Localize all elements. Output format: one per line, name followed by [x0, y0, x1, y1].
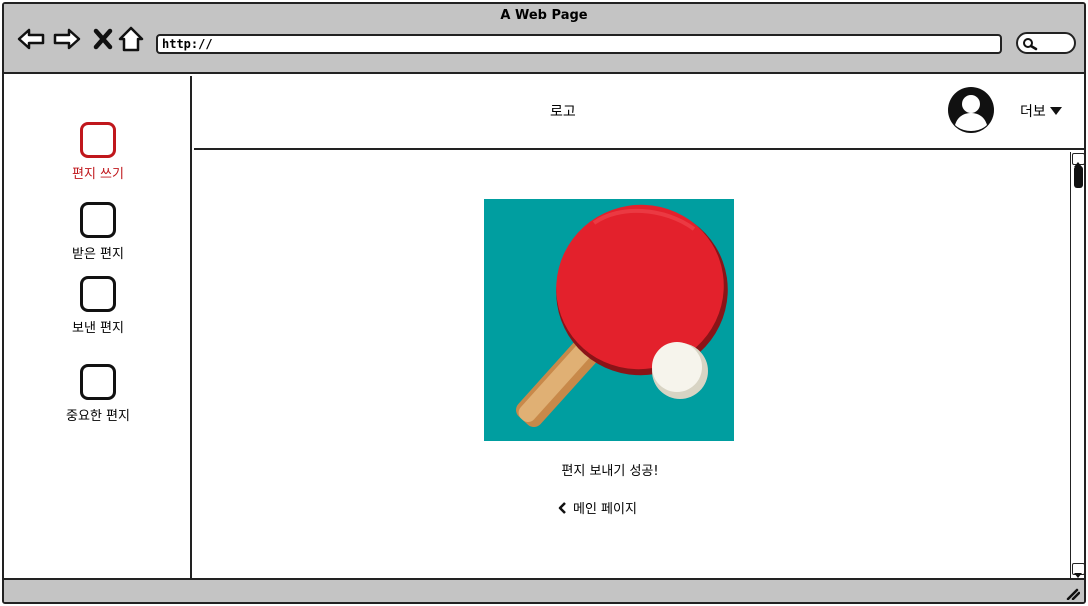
sidebar: 편지 쓰기 받은 편지 보낸 편지 중요한 편지	[4, 76, 192, 578]
home-icon[interactable]	[116, 24, 146, 54]
sidebar-item-sent[interactable]: 보낸 편지	[4, 276, 192, 336]
sidebar-item-important[interactable]: 중요한 편지	[4, 364, 192, 424]
close-x-icon[interactable]	[88, 24, 118, 54]
chevron-left-icon	[558, 501, 566, 514]
sidebar-item-label: 편지 쓰기	[72, 167, 124, 182]
url-input[interactable]: http://	[156, 34, 1002, 54]
sidebar-item-label: 보낸 편지	[72, 321, 124, 336]
search-box[interactable]	[1016, 32, 1076, 54]
search-icon	[1023, 38, 1038, 51]
inbox-icon	[80, 202, 116, 238]
browser-window: A Web Page http:// 편지 쓰기 받은 편지 보낸 편지 중요한…	[2, 2, 1086, 604]
logo[interactable]: 로고	[550, 101, 576, 121]
resize-grip-icon[interactable]	[1064, 585, 1081, 602]
window-title: A Web Page	[500, 8, 588, 23]
write-letter-icon	[80, 122, 116, 158]
sent-icon	[80, 276, 116, 312]
scroll-down-icon[interactable]	[1072, 563, 1084, 578]
forward-arrow-icon[interactable]	[52, 24, 82, 54]
browser-toolbar: A Web Page http://	[4, 4, 1084, 74]
scroll-up-icon[interactable]	[1072, 153, 1084, 167]
sidebar-item-label: 받은 편지	[72, 247, 124, 262]
sidebar-item-inbox[interactable]: 받은 편지	[4, 202, 192, 262]
main-page-link[interactable]: 메인 페이지	[558, 498, 637, 517]
sidebar-item-label: 중요한 편지	[66, 409, 130, 424]
scrollbar-thumb[interactable]	[1074, 166, 1083, 188]
more-menu[interactable]: 더보	[1020, 101, 1063, 121]
user-avatar-icon[interactable]	[946, 85, 996, 135]
caret-down-icon	[1049, 107, 1062, 115]
sidebar-item-write-letter[interactable]: 편지 쓰기	[4, 122, 192, 182]
ping-pong-paddle-image	[484, 199, 734, 441]
main-page-link-label: 메인 페이지	[573, 502, 637, 517]
status-bar	[4, 578, 1084, 602]
main-header: 로고 더보	[194, 76, 1084, 150]
success-message: 편지 보내기 성공!	[561, 464, 659, 479]
important-icon	[80, 364, 116, 400]
back-arrow-icon[interactable]	[16, 24, 46, 54]
vertical-scrollbar[interactable]	[1070, 152, 1084, 578]
more-menu-label: 더보	[1020, 104, 1046, 120]
main-content: 편지 보내기 성공! 메인 페이지	[194, 152, 1070, 578]
